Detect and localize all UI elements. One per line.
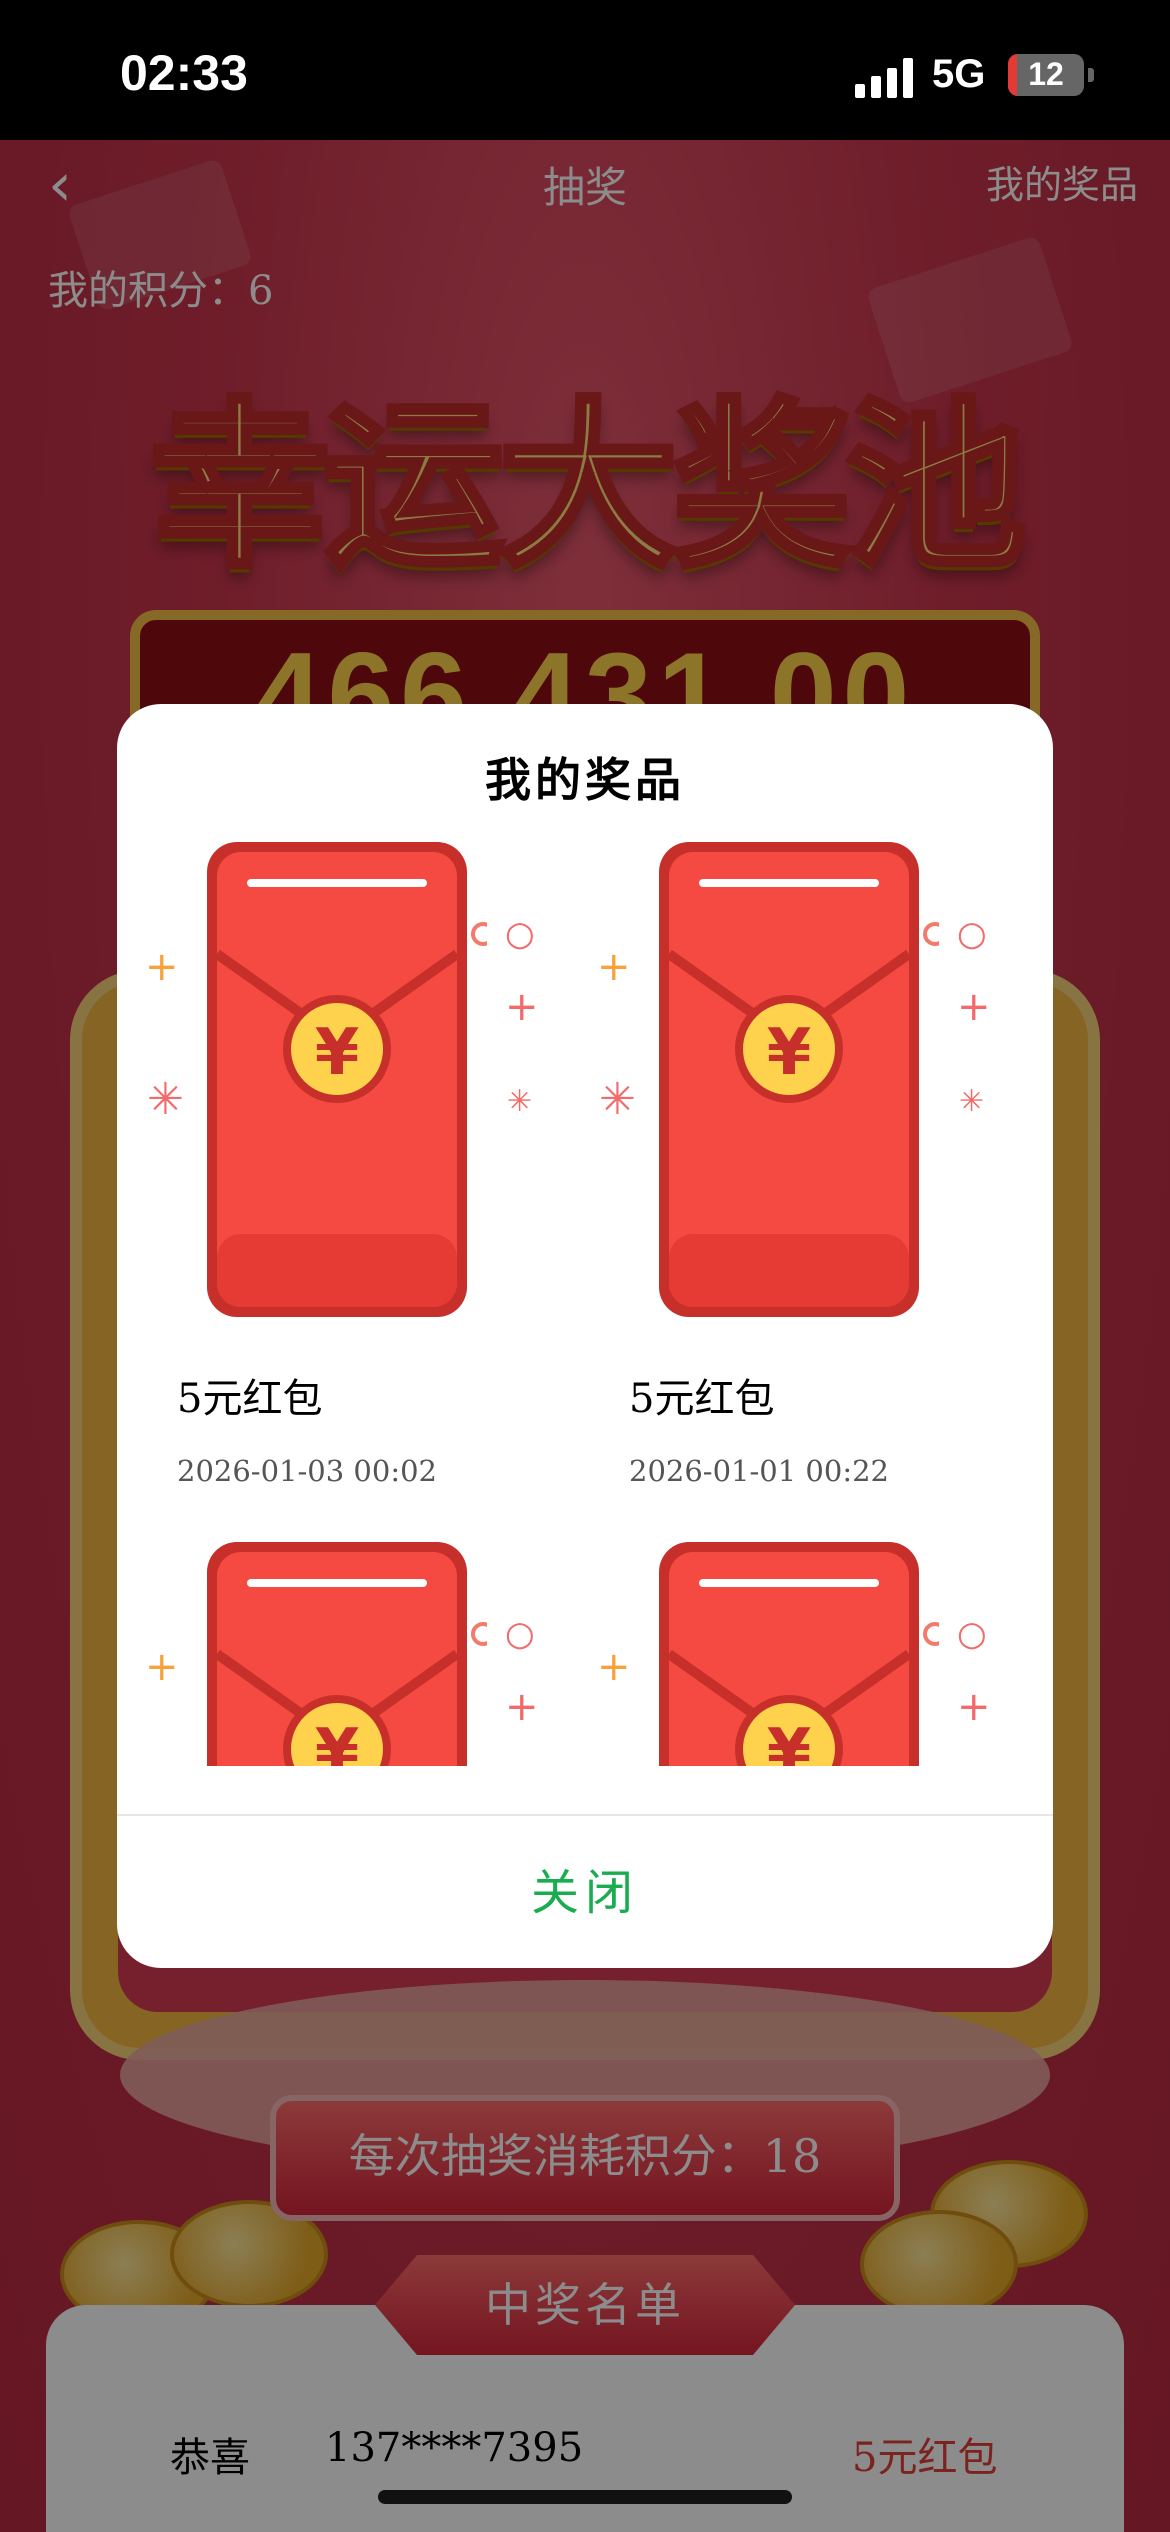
my-prizes-modal: 我的奖品 ¥ 5元红包 2026-01-03 00:02 + ✳ ○ + ✳ ¥ 5元红…: [117, 704, 1053, 1968]
sparkle-icon: ○: [505, 914, 535, 954]
battery-icon: 12: [1008, 54, 1084, 96]
red-envelope-icon: ¥: [639, 834, 947, 1324]
sparkle-icon: +: [597, 944, 631, 990]
prize-name: 5元红包: [177, 1376, 323, 1422]
svg-text:¥: ¥: [315, 1716, 360, 1766]
sparkle-icon: ✳: [507, 1084, 533, 1119]
close-button[interactable]: 关闭: [117, 1818, 1053, 1968]
svg-text:¥: ¥: [315, 1016, 360, 1090]
sparkle-icon: ✳: [599, 1074, 636, 1125]
svg-text:¥: ¥: [767, 1716, 812, 1766]
prize-card[interactable]: ¥ +✳○+✳: [117, 1534, 569, 1766]
sparkle-icon: +: [505, 984, 539, 1030]
status-bar: 02:33 5G 12: [0, 0, 1170, 140]
modal-divider: [117, 1814, 1053, 1816]
battery-level: 12: [1028, 56, 1064, 92]
sparkle-icon: +: [145, 1644, 179, 1690]
sparkle-icon: +: [957, 1684, 991, 1730]
sparkle-icon: ✳: [147, 1074, 184, 1125]
sparkle-icon: ○: [957, 914, 987, 954]
sparkle-icon: +: [505, 1684, 539, 1730]
prize-name: 5元红包: [629, 1376, 775, 1422]
red-envelope-icon: ¥: [639, 1534, 947, 1766]
sparkle-icon: ○: [957, 1614, 987, 1654]
prize-card[interactable]: ¥ 5元红包 2026-01-01 00:22 + ✳ ○ + ✳: [569, 834, 1021, 1524]
prize-card[interactable]: ¥ +✳○+✳: [569, 1534, 1021, 1766]
red-envelope-icon: ¥: [187, 834, 495, 1324]
prize-date: 2026-01-01 00:22: [629, 1454, 889, 1488]
home-indicator[interactable]: [378, 2490, 792, 2504]
svg-text:¥: ¥: [767, 1016, 812, 1090]
sparkle-icon: ✳: [959, 1084, 985, 1119]
status-time: 02:33: [120, 45, 248, 101]
prize-card[interactable]: ¥ 5元红包 2026-01-03 00:02 + ✳ ○ + ✳: [117, 834, 569, 1524]
red-envelope-icon: ¥: [187, 1534, 495, 1766]
cellular-signal-icon: [855, 58, 913, 98]
sparkle-icon: ○: [505, 1614, 535, 1654]
sparkle-icon: +: [957, 984, 991, 1030]
network-type: 5G: [932, 52, 986, 96]
modal-title: 我的奖品: [485, 753, 685, 807]
prize-date: 2026-01-03 00:02: [177, 1454, 437, 1488]
prize-grid[interactable]: ¥ 5元红包 2026-01-03 00:02 + ✳ ○ + ✳ ¥ 5元红包 202…: [117, 834, 1053, 1766]
sparkle-icon: +: [145, 944, 179, 990]
battery-tip: [1088, 68, 1094, 82]
sparkle-icon: +: [597, 1644, 631, 1690]
